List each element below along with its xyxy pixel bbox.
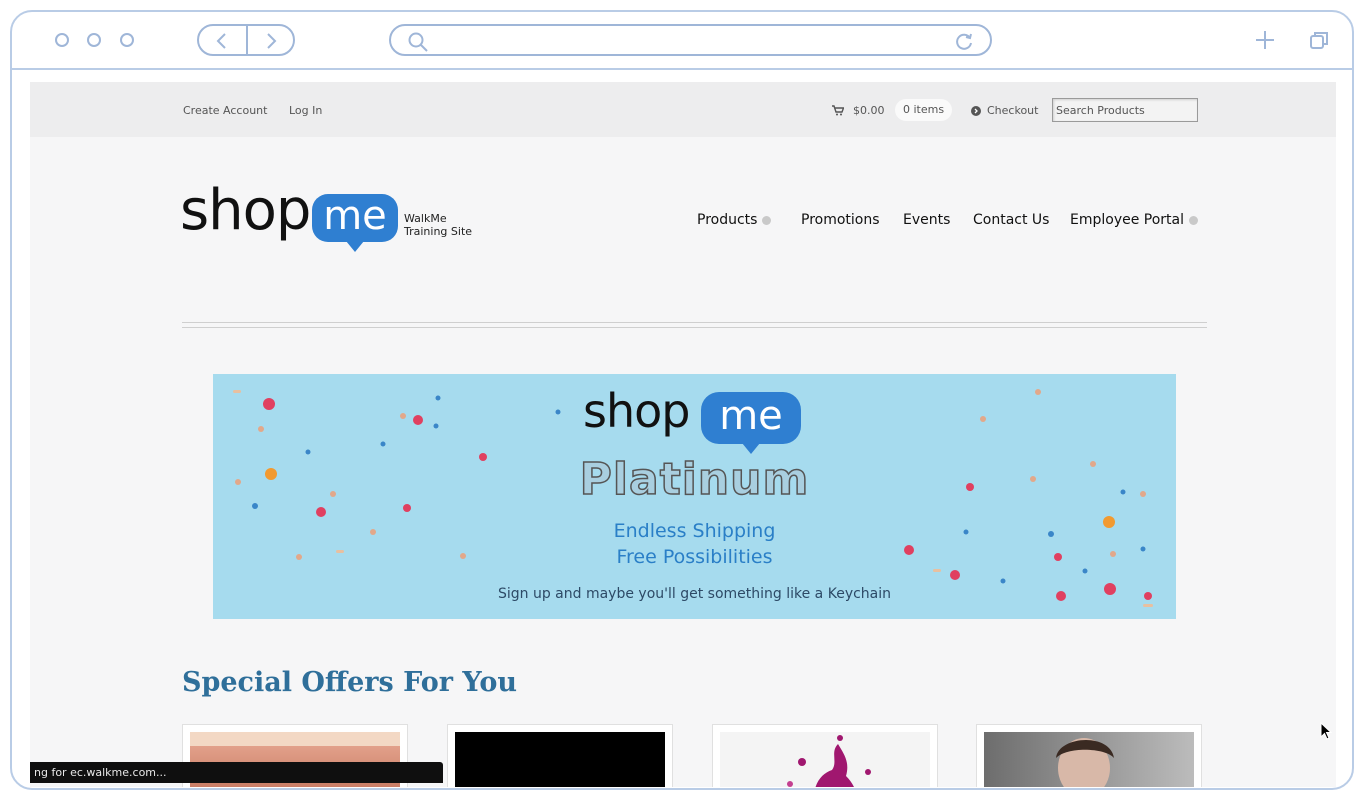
banner-logo-shop-text: shop xyxy=(583,384,690,438)
nav-employee-portal-label: Employee Portal xyxy=(1070,212,1185,228)
mouse-cursor-icon xyxy=(1320,722,1332,740)
tagline-line2: Training Site xyxy=(404,225,473,238)
banner-line-endless-shipping: Endless Shipping xyxy=(613,520,776,542)
nav-contact-us[interactable]: Contact Us xyxy=(973,212,1049,228)
tabs-overview-icon[interactable] xyxy=(1308,29,1330,51)
special-offers-heading: Special Offers For You xyxy=(182,667,517,698)
portrait-graphic xyxy=(1056,738,1114,787)
offer-card-image[interactable] xyxy=(720,732,930,787)
logo-shop-text: shop xyxy=(180,178,311,243)
nav-separator xyxy=(246,26,248,54)
utility-bar: Create Account Log In $0.00 0 items Chec… xyxy=(30,82,1336,137)
checkout-icon[interactable] xyxy=(971,106,981,116)
nav-events[interactable]: Events xyxy=(903,212,950,228)
logo-me-bubble: me xyxy=(312,194,398,252)
banner-line-free-possibilities: Free Possibilities xyxy=(616,546,773,568)
cart-items-count[interactable]: 0 items xyxy=(895,99,953,121)
banner-signup-text: Sign up and maybe you'll get something l… xyxy=(497,586,892,602)
browser-status-bar: ng for ec.walkme.com... xyxy=(30,762,443,783)
offer-card[interactable] xyxy=(976,724,1202,787)
web-page: Create Account Log In $0.00 0 items Chec… xyxy=(30,82,1336,787)
offer-card[interactable] xyxy=(447,724,673,787)
tagline-line1: WalkMe xyxy=(404,212,447,225)
search-products-input[interactable] xyxy=(1052,98,1198,122)
cart-total[interactable]: $0.00 xyxy=(853,104,885,117)
nav-employee-portal[interactable]: Employee Portal xyxy=(1070,212,1199,228)
banner-platinum-title: Platinum xyxy=(579,453,810,506)
window-maximize-dot[interactable] xyxy=(120,33,134,47)
browser-window: Create Account Log In $0.00 0 items Chec… xyxy=(10,10,1354,790)
window-minimize-dot[interactable] xyxy=(87,33,101,47)
header-divider xyxy=(182,322,1207,328)
banner-logo-me-bubble: me xyxy=(701,392,801,454)
site-tagline: WalkMe Training Site xyxy=(404,212,472,238)
browser-chrome xyxy=(12,12,1352,70)
create-account-link[interactable]: Create Account xyxy=(183,104,267,117)
back-arrow-icon[interactable] xyxy=(214,32,230,50)
history-nav xyxy=(197,24,295,56)
nav-products-label: Products xyxy=(697,212,758,228)
platinum-promo-banner[interactable]: shop me Platinum Endless Shipping Free P… xyxy=(213,374,1176,619)
new-tab-plus-icon[interactable] xyxy=(1254,29,1276,51)
log-in-link[interactable]: Log In xyxy=(289,104,322,117)
nav-products[interactable]: Products xyxy=(697,212,772,228)
offer-card[interactable] xyxy=(712,724,938,787)
checkout-link[interactable]: Checkout xyxy=(987,104,1038,117)
offer-card-image[interactable] xyxy=(455,732,665,787)
reload-icon[interactable] xyxy=(953,31,975,53)
cart-icon[interactable] xyxy=(832,105,844,116)
search-icon xyxy=(408,32,428,52)
window-close-dot[interactable] xyxy=(55,33,69,47)
dropdown-indicator-icon xyxy=(1189,215,1199,225)
forward-arrow-icon[interactable] xyxy=(263,32,279,50)
offer-card-image[interactable] xyxy=(984,732,1194,787)
dropdown-indicator-icon xyxy=(762,215,772,225)
address-bar[interactable] xyxy=(389,24,992,56)
nav-promotions[interactable]: Promotions xyxy=(801,212,880,228)
paint-splash-graphic xyxy=(787,735,871,787)
